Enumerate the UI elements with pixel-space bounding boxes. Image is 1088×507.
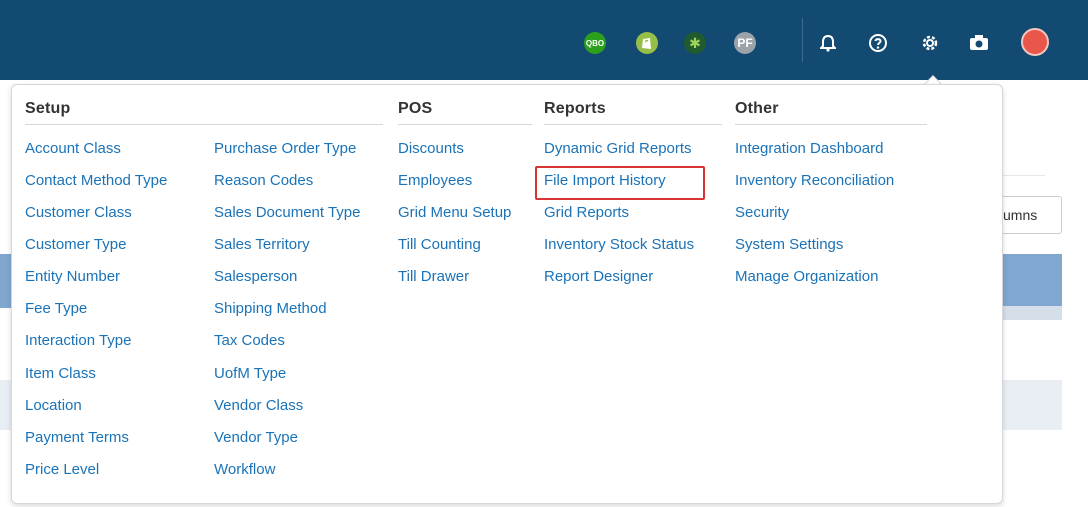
topbar-divider (802, 18, 803, 62)
grid-header-shadow (1000, 306, 1062, 320)
top-navigation-bar: QBO ✱ PF (0, 0, 1088, 80)
shopify-icon[interactable] (636, 32, 658, 54)
reports-rule (544, 124, 722, 125)
other-rule (735, 124, 927, 125)
setup-link-payment-terms[interactable]: Payment Terms (25, 429, 129, 446)
reports-heading: Reports (544, 100, 606, 117)
setup-link-reason-codes[interactable]: Reason Codes (214, 172, 313, 189)
setup-link-sales-document-type[interactable]: Sales Document Type (214, 204, 360, 221)
reports-link-report-designer[interactable]: Report Designer (544, 268, 653, 285)
setup-link-item-class[interactable]: Item Class (25, 365, 96, 382)
setup-link-workflow[interactable]: Workflow (214, 461, 275, 478)
setup-link-shipping-method[interactable]: Shipping Method (214, 300, 327, 317)
setup-link-fee-type[interactable]: Fee Type (25, 300, 87, 317)
quickbooks-icon[interactable]: QBO (584, 32, 606, 54)
pos-link-till-counting[interactable]: Till Counting (398, 236, 481, 253)
setup-link-contact-method-type[interactable]: Contact Method Type (25, 172, 167, 189)
help-icon[interactable] (867, 32, 889, 54)
bell-icon[interactable] (817, 32, 839, 54)
camera-icon[interactable] (968, 32, 990, 54)
page-divider (1000, 175, 1045, 176)
grid-row-stripe (1000, 380, 1062, 430)
settings-gear-icon[interactable] (919, 32, 941, 54)
reports-link-inventory-stock-status[interactable]: Inventory Stock Status (544, 236, 694, 253)
other-link-inventory-reconciliation[interactable]: Inventory Reconciliation (735, 172, 894, 189)
setup-link-sales-territory[interactable]: Sales Territory (214, 236, 310, 253)
setup-link-uofm-type[interactable]: UofM Type (214, 365, 286, 382)
setup-heading: Setup (25, 100, 71, 117)
setup-link-entity-number[interactable]: Entity Number (25, 268, 120, 285)
setup-rule (25, 124, 383, 125)
setup-link-price-level[interactable]: Price Level (25, 461, 99, 478)
setup-link-customer-class[interactable]: Customer Class (25, 204, 132, 221)
setup-link-customer-type[interactable]: Customer Type (25, 236, 126, 253)
other-heading: Other (735, 100, 779, 117)
other-link-system-settings[interactable]: System Settings (735, 236, 843, 253)
setup-link-tax-codes[interactable]: Tax Codes (214, 332, 285, 349)
setup-link-purchase-order-type[interactable]: Purchase Order Type (214, 140, 356, 157)
setup-link-salesperson[interactable]: Salesperson (214, 268, 297, 285)
pos-link-discounts[interactable]: Discounts (398, 140, 464, 157)
other-link-manage-organization[interactable]: Manage Organization (735, 268, 878, 285)
setup-link-location[interactable]: Location (25, 397, 82, 414)
setup-link-vendor-type[interactable]: Vendor Type (214, 429, 298, 446)
grid-header (1000, 254, 1062, 308)
setup-link-account-class[interactable]: Account Class (25, 140, 121, 157)
reports-link-grid-reports[interactable]: Grid Reports (544, 204, 629, 221)
gear-app-icon[interactable]: ✱ (684, 32, 706, 54)
pos-heading: POS (398, 100, 433, 117)
setup-link-interaction-type[interactable]: Interaction Type (25, 332, 131, 349)
pos-link-employees[interactable]: Employees (398, 172, 472, 189)
pos-link-grid-menu-setup[interactable]: Grid Menu Setup (398, 204, 511, 221)
pf-app-icon[interactable]: PF (734, 32, 756, 54)
pos-link-till-drawer[interactable]: Till Drawer (398, 268, 469, 285)
other-link-integration-dashboard[interactable]: Integration Dashboard (735, 140, 883, 157)
highlight-box (535, 166, 705, 200)
user-avatar[interactable] (1021, 28, 1049, 56)
pos-rule (398, 124, 532, 125)
other-link-security[interactable]: Security (735, 204, 789, 221)
setup-link-vendor-class[interactable]: Vendor Class (214, 397, 303, 414)
reports-link-dynamic-grid-reports[interactable]: Dynamic Grid Reports (544, 140, 692, 157)
